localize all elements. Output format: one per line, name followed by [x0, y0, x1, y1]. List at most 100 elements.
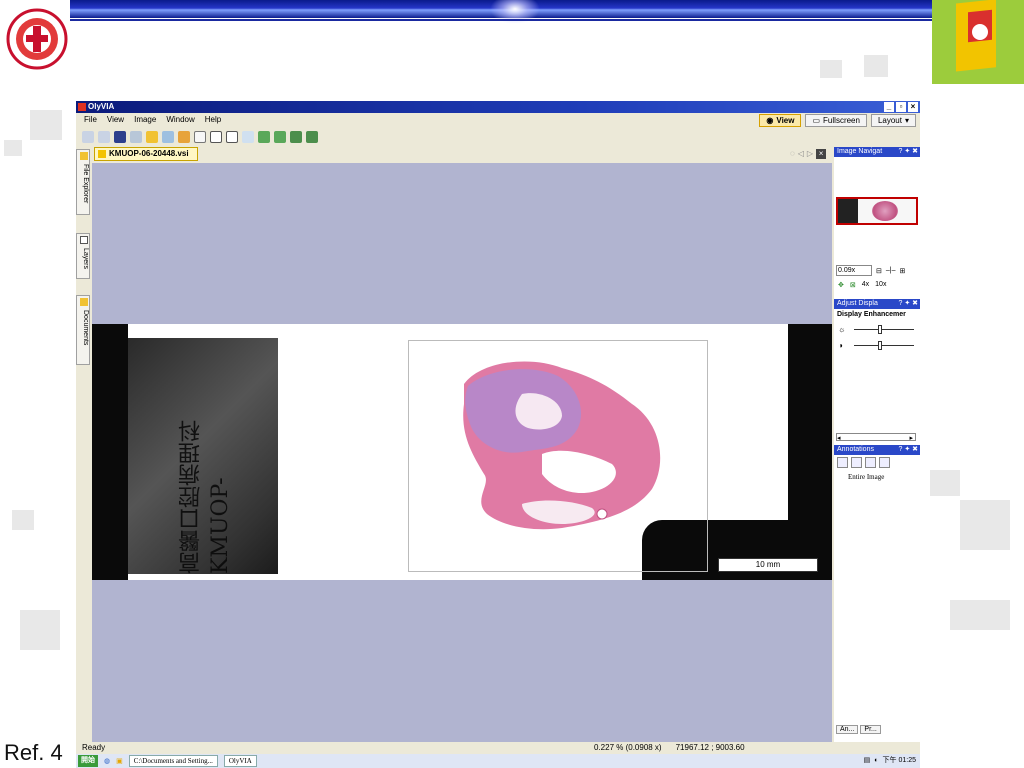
- mag-4x-button[interactable]: 4x: [862, 281, 869, 289]
- navigate-icon[interactable]: ✥: [838, 281, 844, 289]
- minimize-icon[interactable]: _: [884, 102, 894, 112]
- corner-book-icon: [932, 0, 1024, 84]
- save-icon[interactable]: [162, 131, 174, 143]
- pin-icon[interactable]: ◌: [790, 149, 795, 159]
- close-icon[interactable]: ×: [908, 102, 918, 112]
- print-icon[interactable]: [306, 131, 318, 143]
- cursor-coordinates: 71967.12 ; 9003.60: [675, 743, 745, 752]
- tray-volume-icon[interactable]: ◐: [874, 755, 878, 767]
- deco-square: [950, 600, 1010, 630]
- export-annotations-icon[interactable]: [879, 457, 890, 468]
- slider-track: [854, 345, 914, 346]
- restore-icon[interactable]: ▫: [896, 102, 906, 112]
- scroll-right-icon[interactable]: ▸: [909, 434, 913, 442]
- navigator-thumbnail[interactable]: [836, 197, 918, 225]
- menu-window[interactable]: Window: [166, 113, 194, 127]
- tab-fullscreen[interactable]: ▭ Fullscreen: [805, 114, 867, 127]
- export-icon[interactable]: [290, 131, 302, 143]
- list-view-icon[interactable]: [851, 457, 862, 468]
- folder-icon: [80, 152, 88, 160]
- layout-dropdown[interactable]: Layout ▾: [870, 114, 916, 127]
- scroll-left-icon[interactable]: ◂: [837, 435, 841, 442]
- header-line: [70, 19, 932, 21]
- panel-controls-icon[interactable]: ? ✦ ✖: [898, 445, 918, 455]
- window-controls: _ ▫ ×: [884, 101, 918, 113]
- zoom-input[interactable]: 0.09x: [836, 265, 872, 276]
- thumbnail-tissue: [872, 201, 898, 221]
- annotation-item[interactable]: Entire Image: [848, 473, 884, 481]
- sidebar-tab-file-explorer[interactable]: File Explorer: [76, 149, 90, 215]
- adjust-display-title: Adjust Displa: [837, 300, 878, 307]
- sidebar-tab-layers[interactable]: Layers: [76, 233, 90, 279]
- explorer-icon[interactable]: ▣: [116, 757, 123, 765]
- menu-image[interactable]: Image: [134, 113, 156, 127]
- document-tab[interactable]: KMUOP-06-20448.vsi: [94, 147, 198, 161]
- annotations-title: Annotations: [837, 446, 874, 453]
- tab-properties[interactable]: Pr...: [860, 725, 881, 734]
- annotation-icon[interactable]: [242, 131, 254, 143]
- reference-label: Ref. 4: [4, 740, 63, 765]
- zoom-slider-icon[interactable]: –|–: [886, 267, 896, 274]
- task-explorer-window[interactable]: C:\Documents and Setting...: [128, 755, 218, 767]
- tab-annotations[interactable]: An...: [836, 725, 859, 734]
- pan-hand-icon[interactable]: [194, 131, 206, 143]
- layout-split-icon[interactable]: [98, 131, 110, 143]
- fit-icon[interactable]: ⊠: [850, 281, 856, 289]
- grid-view-icon[interactable]: [837, 457, 848, 468]
- brightness-slider[interactable]: ☼: [838, 325, 918, 335]
- taskbar: 開始 ◍ ▣ C:\Documents and Setting... OlyVI…: [76, 754, 920, 768]
- tree-view-icon[interactable]: [865, 457, 876, 468]
- menu-file[interactable]: File: [84, 113, 97, 127]
- zoom-in-icon[interactable]: [210, 131, 222, 143]
- zoom-region-icon[interactable]: [226, 131, 238, 143]
- panel-icon[interactable]: [114, 131, 126, 143]
- sidebar-tab-label: Layers: [82, 248, 89, 270]
- window-title: OlyVIA: [88, 102, 115, 111]
- prev-tab-icon[interactable]: ◁: [798, 149, 804, 159]
- start-button[interactable]: 開始: [78, 755, 98, 767]
- menu-help[interactable]: Help: [205, 113, 221, 127]
- slider-knob[interactable]: [878, 341, 882, 350]
- deco-square: [960, 500, 1010, 550]
- open-folder-icon[interactable]: [146, 131, 158, 143]
- olyvia-window: OlyVIA _ ▫ × File View Image Window Help…: [76, 101, 920, 768]
- palette-icon[interactable]: [258, 131, 270, 143]
- eye-icon: ◉: [766, 116, 774, 125]
- deco-square: [30, 110, 62, 140]
- system-tray: ▤ ◐ 下午 01:25: [864, 755, 916, 767]
- menu-view[interactable]: View: [107, 113, 124, 127]
- folder-tools-icon[interactable]: [178, 131, 190, 143]
- sidebar-tab-documents[interactable]: Documents: [76, 295, 90, 365]
- layout-single-icon[interactable]: [82, 131, 94, 143]
- image-viewport[interactable]: 高醫口腔病理科 KMUOP- 10 mm: [92, 163, 832, 743]
- zoom-in-box-icon[interactable]: ⊞: [899, 267, 905, 275]
- tab-fullscreen-label: Fullscreen: [823, 116, 860, 125]
- zoom-out-icon[interactable]: ⊟: [876, 267, 882, 275]
- chevron-down-icon: ▾: [904, 116, 909, 125]
- toolbar: [82, 129, 318, 145]
- clock: 下午 01:25: [882, 757, 916, 764]
- tab-view[interactable]: ◉ View: [759, 114, 802, 127]
- view-mode-tabs: ◉ View ▭ Fullscreen Layout ▾: [759, 114, 916, 127]
- panel-controls-icon[interactable]: ? ✦ ✖: [898, 299, 918, 309]
- header-band: [70, 0, 932, 24]
- back-icon[interactable]: [130, 131, 142, 143]
- refresh-icon[interactable]: [274, 131, 286, 143]
- horizontal-scrollbar[interactable]: ◂ ▸: [836, 433, 916, 442]
- task-olyvia-window[interactable]: OlyVIA: [223, 755, 257, 767]
- slider-track: [854, 329, 914, 330]
- mag-10x-button[interactable]: 10x: [875, 281, 886, 289]
- ie-icon[interactable]: ◍: [104, 757, 110, 765]
- annotations-header: Annotations ? ✦ ✖: [834, 445, 920, 455]
- panel-controls-icon[interactable]: ? ✦ ✖: [898, 147, 918, 157]
- tab-controls: ◌ ◁ ▷ ×: [790, 149, 827, 159]
- contrast-slider[interactable]: ◑: [838, 341, 918, 351]
- deco-square: [4, 140, 22, 156]
- left-sidebar: File Explorer Layers Documents: [76, 147, 92, 747]
- close-tab-icon[interactable]: ×: [816, 149, 827, 159]
- next-tab-icon[interactable]: ▷: [807, 149, 813, 159]
- tray-network-icon[interactable]: ▤: [864, 755, 871, 767]
- slider-knob[interactable]: [878, 325, 882, 334]
- sidebar-tab-label: File Explorer: [82, 164, 89, 204]
- deco-square: [820, 60, 842, 78]
